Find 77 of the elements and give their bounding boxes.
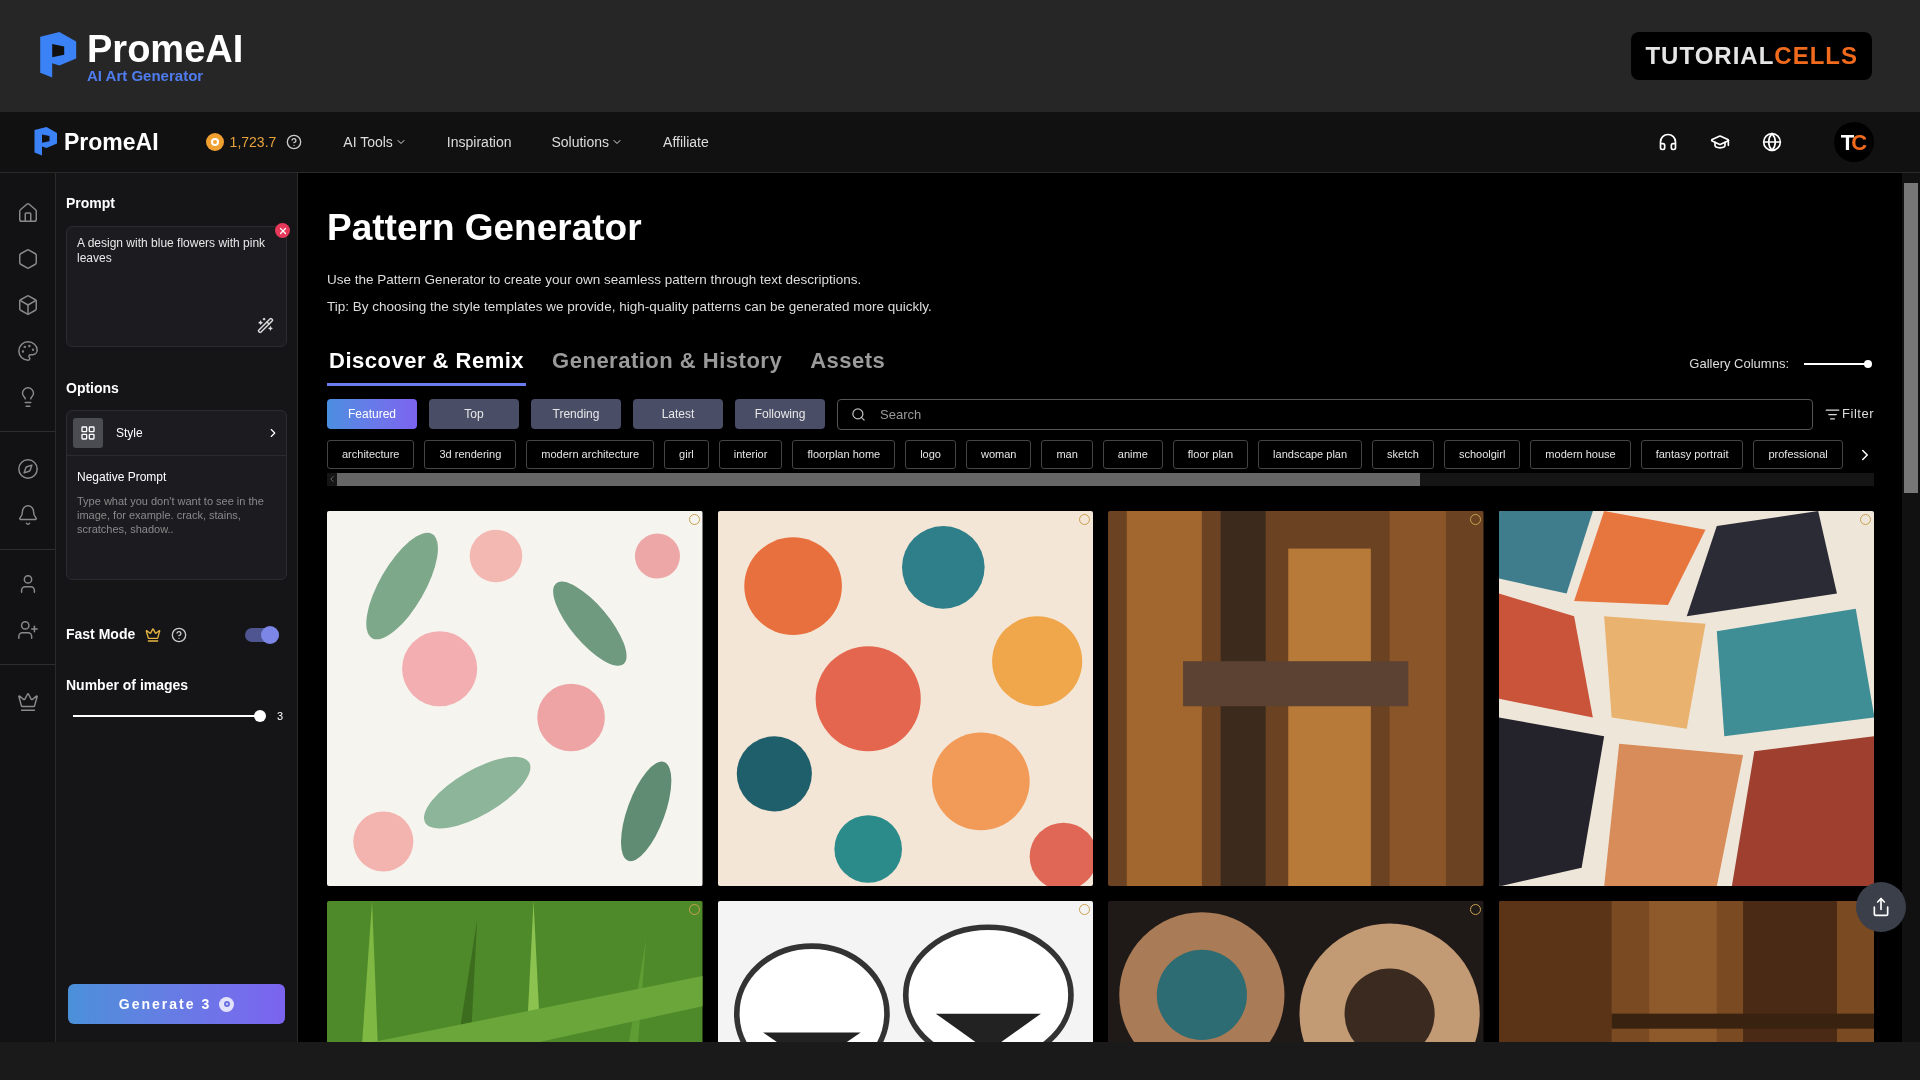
filter-tab[interactable]: Following bbox=[735, 399, 825, 429]
filter-button[interactable]: Filter bbox=[1825, 404, 1874, 424]
nav-link[interactable]: Solutions bbox=[551, 131, 624, 153]
negative-prompt-field[interactable]: Type what you don't want to see in the image, for example. crack, stains, scratches, shadow.. bbox=[77, 494, 276, 536]
description-text: Use the Pattern Generator to create your own seamless pattern through text descriptions. bbox=[327, 271, 863, 289]
nav-link[interactable]: Inspiration bbox=[446, 131, 512, 153]
tag-chip[interactable]: 3d rendering bbox=[424, 439, 517, 469]
gallery-tab[interactable]: Discover & Remix bbox=[327, 343, 527, 386]
filter-tab[interactable]: Top bbox=[429, 399, 519, 429]
page-title: Pattern Generator bbox=[327, 209, 643, 246]
tag-chip[interactable]: modern house bbox=[1530, 439, 1631, 469]
search-field[interactable]: Search bbox=[837, 398, 1814, 430]
fast-mode-label: Fast Mode bbox=[66, 625, 136, 644]
tag-chip[interactable]: schoolgirl bbox=[1443, 439, 1521, 469]
tag-chip[interactable]: girl bbox=[664, 439, 709, 469]
badge-text: TUTORIAL bbox=[1645, 41, 1775, 71]
options-label: Options bbox=[66, 379, 120, 398]
slider-thumb[interactable] bbox=[1864, 359, 1872, 368]
filter-tab[interactable]: Featured bbox=[327, 399, 417, 429]
tag-chip[interactable]: woman bbox=[965, 439, 1032, 469]
clear-button[interactable] bbox=[275, 223, 290, 238]
graduation-cap-icon[interactable] bbox=[1710, 132, 1730, 152]
negative-prompt-label: Negative Prompt bbox=[77, 469, 168, 486]
tag-chip[interactable]: landscape plan bbox=[1258, 439, 1363, 469]
palette-icon[interactable] bbox=[15, 339, 40, 363]
banner-brand: PromeAI bbox=[87, 29, 244, 68]
tag-chip[interactable]: professional bbox=[1753, 439, 1843, 469]
close-icon bbox=[277, 225, 288, 236]
tag-chip[interactable]: architecture bbox=[327, 439, 415, 469]
search-icon bbox=[851, 406, 866, 422]
description-text: Tip: By choosing the style templates we provide, high-quality patterns can be generated more quickly. bbox=[327, 298, 933, 317]
generate-button[interactable]: Generate 3 bbox=[68, 984, 285, 1024]
page-scrollbar[interactable] bbox=[1902, 173, 1920, 1042]
tag-chip[interactable]: sketch bbox=[1372, 439, 1434, 469]
prompt-label: Prompt bbox=[66, 194, 116, 213]
coin-icon bbox=[219, 996, 235, 1012]
nav-brand: PromeAI bbox=[64, 127, 159, 157]
credit-count: 1,723.7 bbox=[229, 132, 277, 152]
compass-icon[interactable] bbox=[15, 457, 40, 481]
crown-icon bbox=[145, 626, 162, 643]
coin-icon bbox=[205, 133, 224, 151]
filter-tab[interactable]: Trending bbox=[531, 399, 621, 429]
fast-mode-toggle[interactable] bbox=[245, 627, 279, 642]
image-count-value: 3 bbox=[277, 709, 285, 724]
badge-text: CELLS bbox=[1774, 41, 1858, 71]
share-icon bbox=[1871, 897, 1891, 917]
tag-chip[interactable]: floorplan home bbox=[792, 439, 896, 469]
prompt-text: A design with blue flowers with pink leaves bbox=[77, 236, 267, 266]
tag-chip[interactable]: fantasy portrait bbox=[1640, 439, 1744, 469]
magic-wand-icon[interactable] bbox=[257, 317, 274, 334]
banner-tagline: AI Art Generator bbox=[87, 67, 205, 83]
prompt-field[interactable]: A design with blue flowers with pink leaves bbox=[66, 226, 287, 347]
gallery-columns-label: Gallery Columns: bbox=[1689, 355, 1789, 373]
user-plus-icon[interactable] bbox=[15, 618, 40, 642]
globe-icon[interactable] bbox=[1762, 132, 1782, 152]
gallery-tab[interactable]: Assets bbox=[808, 343, 888, 386]
tag-chip[interactable]: logo bbox=[905, 439, 956, 469]
grid-icon bbox=[73, 418, 103, 448]
nav-link[interactable]: Affiliate bbox=[663, 131, 709, 153]
gallery-tab[interactable]: Generation & History bbox=[550, 343, 785, 386]
headphones-icon[interactable] bbox=[1658, 132, 1678, 152]
crown-icon[interactable] bbox=[15, 690, 40, 714]
tag-chip[interactable]: modern architecture bbox=[526, 439, 655, 469]
user-avatar[interactable]: TC bbox=[1834, 122, 1874, 162]
filter-icon bbox=[1825, 406, 1841, 422]
tag-chip[interactable]: anime bbox=[1102, 439, 1163, 469]
slider-thumb[interactable] bbox=[254, 710, 266, 723]
tag-chip[interactable]: floor plan bbox=[1172, 439, 1249, 469]
nav-link[interactable]: AI Tools bbox=[343, 131, 407, 153]
number-of-images-label: Number of images bbox=[66, 676, 190, 695]
style-selector[interactable]: Style bbox=[67, 411, 286, 456]
help-icon[interactable] bbox=[171, 626, 188, 643]
help-icon[interactable] bbox=[286, 134, 303, 150]
tag-scrollbar[interactable] bbox=[327, 472, 1874, 486]
tag-chip[interactable]: interior bbox=[718, 439, 783, 469]
filter-tab[interactable]: Latest bbox=[633, 399, 723, 429]
tag-chip[interactable]: man bbox=[1041, 439, 1093, 469]
